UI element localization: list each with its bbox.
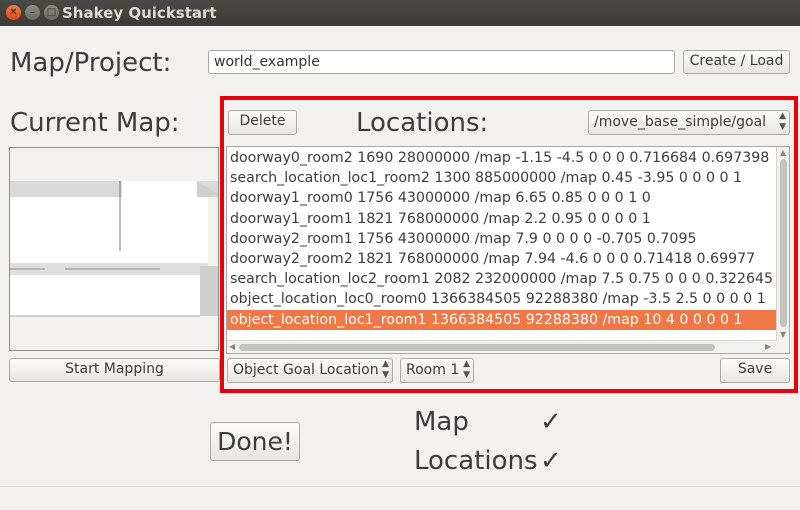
status-bar-divider xyxy=(0,486,800,487)
window-title: Shakey Quickstart xyxy=(62,4,217,22)
goal-topic-select[interactable]: /move_base_simple/goal ▲ ▼ xyxy=(588,110,790,135)
scroll-right-icon[interactable]: ▶ xyxy=(765,342,771,352)
list-item[interactable]: doorway2_room1 1756 43000000 /map 7.9 0 … xyxy=(227,229,777,249)
vertical-scroll-thumb[interactable] xyxy=(780,159,787,327)
select-arrows-icon: ▲ ▼ xyxy=(382,359,389,380)
list-item[interactable]: doorway1_room1 1821 768000000 /map 2.2 0… xyxy=(227,209,777,229)
map-preview xyxy=(9,147,219,351)
list-item-selected[interactable]: object_location_loc1_room1 1366384505 92… xyxy=(227,310,777,330)
create-load-button[interactable]: Create / Load xyxy=(683,50,790,74)
scroll-up-icon[interactable]: ▲ xyxy=(780,148,786,158)
list-item[interactable]: search_location_loc1_room2 1300 88500000… xyxy=(227,168,777,188)
delete-location-button[interactable]: Delete xyxy=(228,110,297,135)
list-item[interactable]: doorway1_room0 1756 43000000 /map 6.65 0… xyxy=(227,188,777,208)
room-select[interactable]: Room 1 ▲ ▼ xyxy=(400,358,474,383)
project-name-input[interactable]: world_example xyxy=(208,50,675,74)
map-check-icon: ✓ xyxy=(540,407,562,437)
current-map-label: Current Map: xyxy=(10,108,180,138)
list-item[interactable]: doorway0_room2 1690 28000000 /map -1.15 … xyxy=(227,148,777,168)
maximize-window-button[interactable]: □ xyxy=(44,5,59,20)
map-status-label: Map xyxy=(414,407,469,437)
locations-status-label: Locations xyxy=(414,446,538,476)
list-item[interactable]: doorway2_room2 1821 768000000 /map 7.94 … xyxy=(227,249,777,269)
done-button[interactable]: Done! xyxy=(210,422,300,461)
list-item[interactable]: object_location_loc0_room0 1366384505 92… xyxy=(227,289,777,309)
start-mapping-button[interactable]: Start Mapping xyxy=(9,358,220,382)
save-button[interactable]: Save xyxy=(720,358,790,383)
title-bar: ✕ – □ Shakey Quickstart xyxy=(0,0,800,26)
select-arrows-icon: ▲ ▼ xyxy=(779,111,786,132)
location-type-value: Object Goal Location xyxy=(233,362,379,378)
list-item[interactable]: search_location_loc2_room1 2082 23200000… xyxy=(227,269,777,289)
horizontal-scrollbar[interactable]: ◀ ▶ xyxy=(227,340,777,353)
map-project-label: Map/Project: xyxy=(10,48,172,78)
locations-title: Locations: xyxy=(356,108,489,138)
vertical-scrollbar[interactable]: ▲ ▼ xyxy=(776,147,789,353)
scroll-left-icon[interactable]: ◀ xyxy=(229,342,235,352)
minimize-window-button[interactable]: – xyxy=(25,5,40,20)
locations-check-icon: ✓ xyxy=(540,446,562,476)
locations-list[interactable]: doorway0_room2 1690 28000000 /map -1.15 … xyxy=(226,146,790,354)
map-image xyxy=(10,148,218,350)
location-type-select[interactable]: Object Goal Location ▲ ▼ xyxy=(227,358,393,383)
room-value: Room 1 xyxy=(406,362,460,378)
scroll-down-icon[interactable]: ▼ xyxy=(780,330,786,340)
select-arrows-icon: ▲ ▼ xyxy=(463,359,470,380)
horizontal-scroll-thumb[interactable] xyxy=(239,344,715,351)
close-window-button[interactable]: ✕ xyxy=(6,5,21,20)
goal-topic-value: /move_base_simple/goal xyxy=(594,114,767,130)
